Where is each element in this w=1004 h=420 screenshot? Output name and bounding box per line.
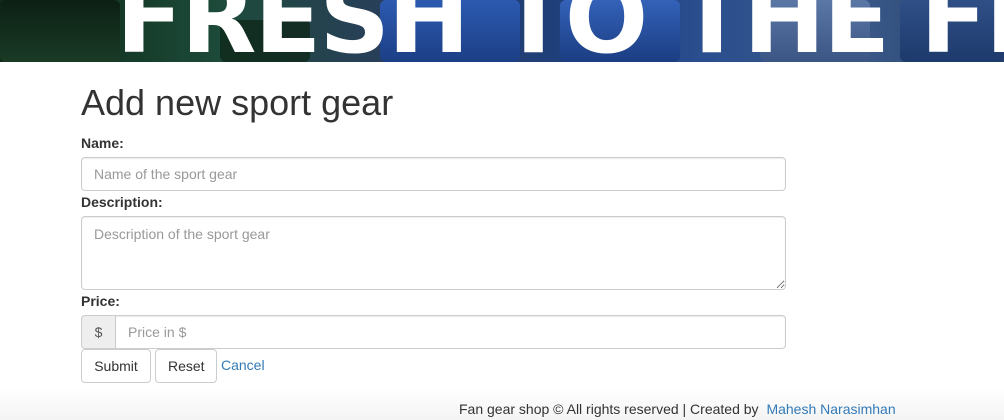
- author-link[interactable]: Mahesh Narasimhan: [766, 401, 895, 417]
- description-textarea[interactable]: [81, 216, 786, 290]
- price-input-group: $: [81, 315, 786, 349]
- name-input[interactable]: [81, 157, 786, 191]
- price-currency-addon: $: [81, 315, 115, 349]
- footer-text-container: Fan gear shop © All rights reserved | Cr…: [459, 401, 896, 417]
- footer: Fan gear shop © All rights reserved | Cr…: [0, 388, 1004, 420]
- header-banner: FRESH TO THE FI: [0, 0, 1004, 62]
- banner-background-shape: [0, 0, 120, 62]
- page-title: Add new sport gear: [81, 82, 394, 123]
- cancel-link[interactable]: Cancel: [221, 357, 265, 373]
- price-input[interactable]: [115, 315, 786, 349]
- reset-button[interactable]: Reset: [155, 349, 217, 383]
- description-label: Description:: [81, 194, 163, 210]
- footer-copyright: Fan gear shop © All rights reserved | Cr…: [459, 401, 759, 417]
- submit-button[interactable]: Submit: [81, 349, 151, 383]
- banner-headline: FRESH TO THE FI: [116, 0, 1004, 62]
- name-label: Name:: [81, 135, 124, 151]
- price-label: Price:: [81, 293, 120, 309]
